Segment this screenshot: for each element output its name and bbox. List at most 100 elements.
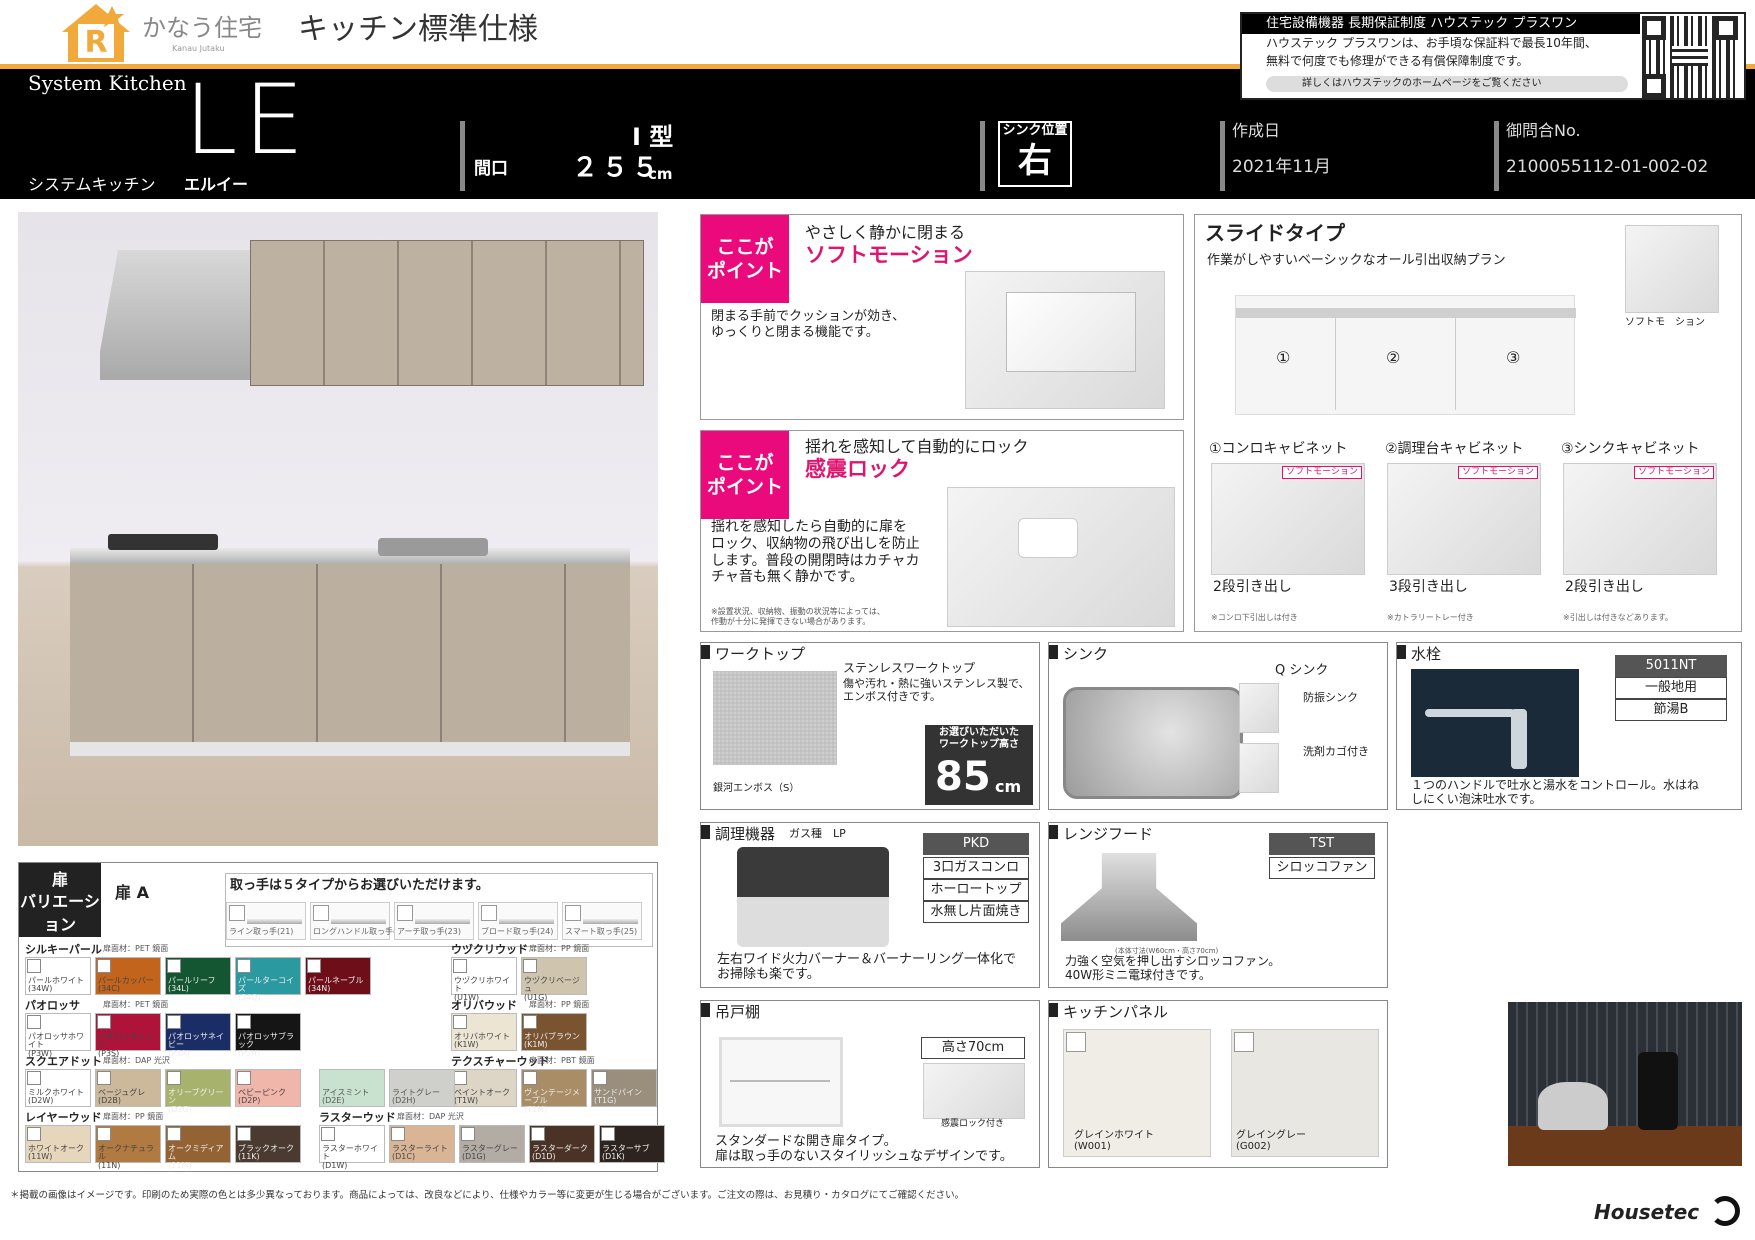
select-checkbox: [237, 1071, 251, 1085]
select-checkbox: [523, 1015, 537, 1029]
door-color-label: ウヅクリベージュ (U1G): [524, 976, 580, 1002]
door-color-swatch[interactable]: パールネーブル (34N): [305, 957, 371, 995]
warranty-link[interactable]: 詳しくはハウステックのホームページをご覧ください: [1266, 76, 1628, 92]
select-checkbox: [237, 1015, 251, 1029]
handle-label: ライン取っ手(21): [229, 927, 294, 936]
door-color-swatch[interactable]: アイスミント (D2E): [319, 1069, 385, 1107]
door-color-swatch[interactable]: サンドパイン (T1G): [591, 1069, 657, 1107]
qr-code-icon[interactable]: [1642, 16, 1738, 98]
door-color-label: ライトグレー (D2H): [392, 1088, 440, 1106]
handle-option[interactable]: ブロード取っ手(24): [478, 902, 558, 940]
door-color-swatch[interactable]: ベージュグレ (D2B): [95, 1069, 161, 1107]
warranty-box: 住宅設備機器 長期保証制度 ハウステック プラスワン ハウステック プラスワンは…: [1240, 12, 1746, 100]
door-color-swatch[interactable]: ウヅクリホワイト (U1W): [451, 957, 517, 1002]
sink-image: [378, 538, 488, 556]
door-color-swatch[interactable]: オリバブラウン (K1M): [521, 1013, 587, 1051]
company-logo-sub: Kanau Jutaku: [172, 44, 225, 53]
section-heading: 吊戸棚: [701, 1001, 760, 1022]
door-color-swatch[interactable]: ペイントオーク (T1W): [451, 1069, 517, 1107]
sink-feature: 防振シンク: [1303, 691, 1358, 704]
door-color-swatch[interactable]: オークミディアム (11M): [165, 1125, 231, 1170]
panel-name: グレインホワイト (W001): [1074, 1130, 1154, 1152]
door-color-swatch[interactable]: ホワイトオーク (11W): [25, 1125, 91, 1163]
door-color-label: ブラックオーク (11K): [238, 1144, 294, 1162]
drawer-count: 2段引き出し: [1565, 579, 1644, 595]
select-checkbox: [27, 959, 41, 973]
handle-option[interactable]: ライン取っ手(21): [226, 902, 306, 940]
door-color-label: ペイントオーク (T1W): [454, 1088, 510, 1106]
door-color-swatch[interactable]: ラスターダーク (D1D): [529, 1125, 595, 1163]
slide-sub: 作業がしやすいベーシックなオール引出収納プラン: [1207, 253, 1506, 268]
door-group-name: オリバウッド: [451, 999, 517, 1012]
door-color-swatch[interactable]: パオロッサブラック (P3H): [235, 1013, 301, 1058]
kitchen-front-view: ① ② ③: [1235, 295, 1576, 415]
soft-motion-photo: [965, 271, 1165, 409]
soft-motion-tag: ソフトモーション: [1634, 466, 1714, 479]
door-color-swatch[interactable]: ベビーピンク (D2P): [235, 1069, 301, 1107]
select-checkbox: [453, 1015, 467, 1029]
cooking-code: PKD: [923, 833, 1029, 855]
inquiry-value: 2100055112-01-002-02: [1506, 157, 1709, 177]
brand-mark-icon: [1710, 1196, 1740, 1226]
door-color-swatch[interactable]: オリーブグリーン (D2G): [165, 1069, 231, 1114]
door-color-swatch[interactable]: ウヅクリベージュ (U1G): [521, 957, 587, 1002]
point-seismic-lock: ここが ポイント 揺れを感知して自動的にロック 感震ロック 揺れを感知したら自動…: [700, 430, 1184, 632]
sink-feature: 洗剤カゴ付き: [1303, 745, 1369, 758]
handle-option[interactable]: スマート取っ手(25): [562, 902, 642, 940]
door-color-swatch[interactable]: パールリーフ (34L): [165, 957, 231, 995]
handle-label: スマート取っ手(25): [565, 927, 638, 936]
door-color-swatch[interactable]: パールホワイト (34W): [25, 957, 91, 995]
cabinet-note: ※コンロ下引出しは付き: [1211, 613, 1298, 622]
door-color-swatch[interactable]: ヴィンテージメープル (T1M): [521, 1069, 587, 1114]
door-badge-text: 扉 バリエーション: [20, 870, 100, 934]
point-soft-motion: ここが ポイント やさしく静かに閉まる ソフトモーション 閉まる手前でクッション…: [700, 214, 1184, 420]
sink-panel: シンク Q シンク 防振シンク 洗剤カゴ付き: [1048, 642, 1388, 810]
door-color-label: ヴィンテージメープル (T1M): [524, 1088, 580, 1114]
select-checkbox: [97, 959, 111, 973]
point-note: ※設置状況、収納物、振動の状況等によっては、 作動が十分に発揮できない場合があり…: [711, 607, 885, 626]
door-color-label: ラスターライト (D1C): [392, 1144, 448, 1162]
select-checkbox: [167, 1071, 181, 1085]
door-color-swatch[interactable]: パオロッサネイビー (P3A): [165, 1013, 231, 1058]
hood-desc: 力強く空気を押し出すシロッコファン。 40W形ミニ電球付きです。: [1065, 954, 1281, 982]
door-variation-badge: 扉 バリエーション: [19, 863, 101, 937]
select-checkbox: [523, 1071, 537, 1085]
faucet-desc: １つのハンドルで吐水と湯水をコントロール。水はね しにくい泡沫吐水です。: [1411, 778, 1700, 806]
door-color-swatch[interactable]: パールカッパー (34C): [95, 957, 161, 995]
select-checkbox: [237, 959, 251, 973]
door-color-label: パオロッサレッド (P3S): [98, 1032, 154, 1058]
door-color-swatch[interactable]: ライトグレー (D2H): [389, 1069, 455, 1107]
handle-option[interactable]: アーチ取っ手(23): [394, 902, 474, 940]
handle-label: アーチ取っ手(23): [397, 927, 461, 936]
door-color-swatch[interactable]: ラスターサブ (D1K): [599, 1125, 665, 1163]
door-color-swatch[interactable]: ラスターグレー (D1G): [459, 1125, 525, 1163]
door-color-swatch[interactable]: ミルクホワイト (D2W): [25, 1069, 91, 1107]
handle-option[interactable]: ロングハンドル取っ手(22): [310, 902, 409, 940]
door-color-swatch[interactable]: パオロッサレッド (P3S): [95, 1013, 161, 1058]
cupboard-height: 高さ70cm: [921, 1037, 1025, 1059]
door-color-swatch[interactable]: ブラックオーク (11K): [235, 1125, 301, 1163]
point-title: 感震ロック: [805, 457, 910, 481]
height-value: 85: [935, 754, 991, 800]
door-color-swatch[interactable]: パールターコイズ (34Q): [235, 957, 301, 1002]
door-group-name: スクエアドット: [25, 1055, 102, 1068]
door-color-label: パオロッサネイビー (P3A): [168, 1032, 224, 1058]
door-color-swatch[interactable]: ラスターホワイト (D1W): [319, 1125, 385, 1170]
door-color-swatch[interactable]: パオロッサホワイト (P3W): [25, 1013, 91, 1058]
select-checkbox: [237, 1127, 251, 1141]
faucet-option: 一般地用: [1615, 677, 1727, 699]
divider: [980, 121, 985, 191]
cabinet-number: ①: [1276, 348, 1291, 367]
cabinet-number: ②: [1386, 348, 1401, 367]
section-heading: レンジフード: [1049, 823, 1153, 844]
door-color-label: パールリーフ (34L): [168, 976, 216, 994]
select-checkbox: [601, 1127, 615, 1141]
door-color-swatch[interactable]: ラスターライト (D1C): [389, 1125, 455, 1163]
cabinet-name: ③シンクキャビネット: [1561, 441, 1700, 457]
select-checkbox: [97, 1071, 111, 1085]
door-color-swatch[interactable]: オリバホワイト (K1W): [451, 1013, 517, 1051]
door-color-swatch[interactable]: オークナチュラル (11N): [95, 1125, 161, 1170]
sink-position-value: 右: [1018, 141, 1052, 181]
door-group-material: 扉面材：PET 鏡面: [103, 1000, 169, 1009]
sink-feature-photo: [1239, 683, 1279, 733]
